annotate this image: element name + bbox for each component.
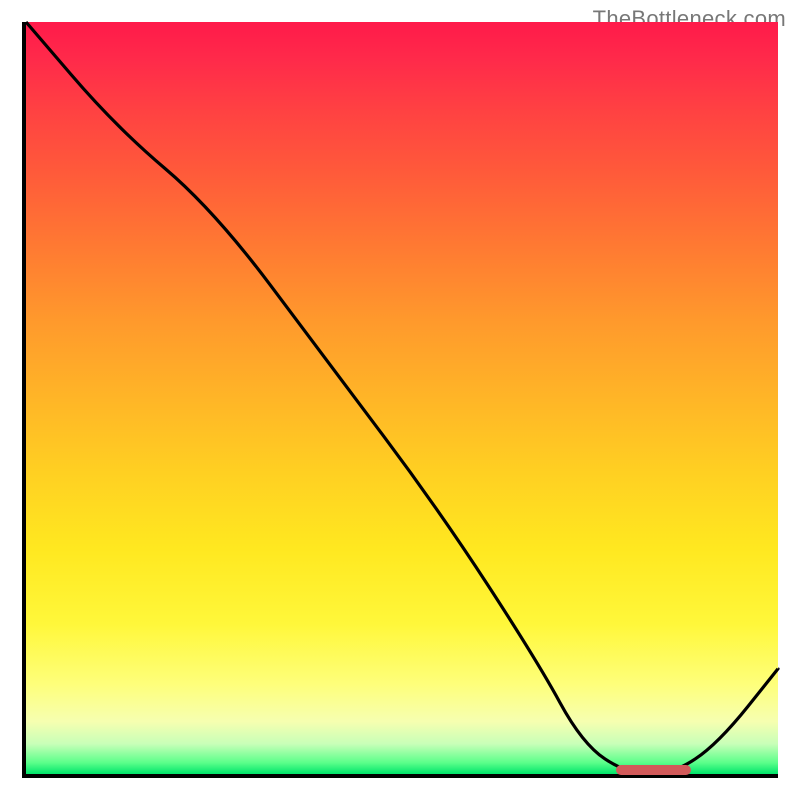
chart-canvas: TheBottleneck.com: [0, 0, 800, 800]
curve-path: [26, 22, 778, 774]
line-series: [26, 22, 778, 774]
plot-area: [22, 22, 778, 778]
valley-marker: [616, 765, 692, 775]
